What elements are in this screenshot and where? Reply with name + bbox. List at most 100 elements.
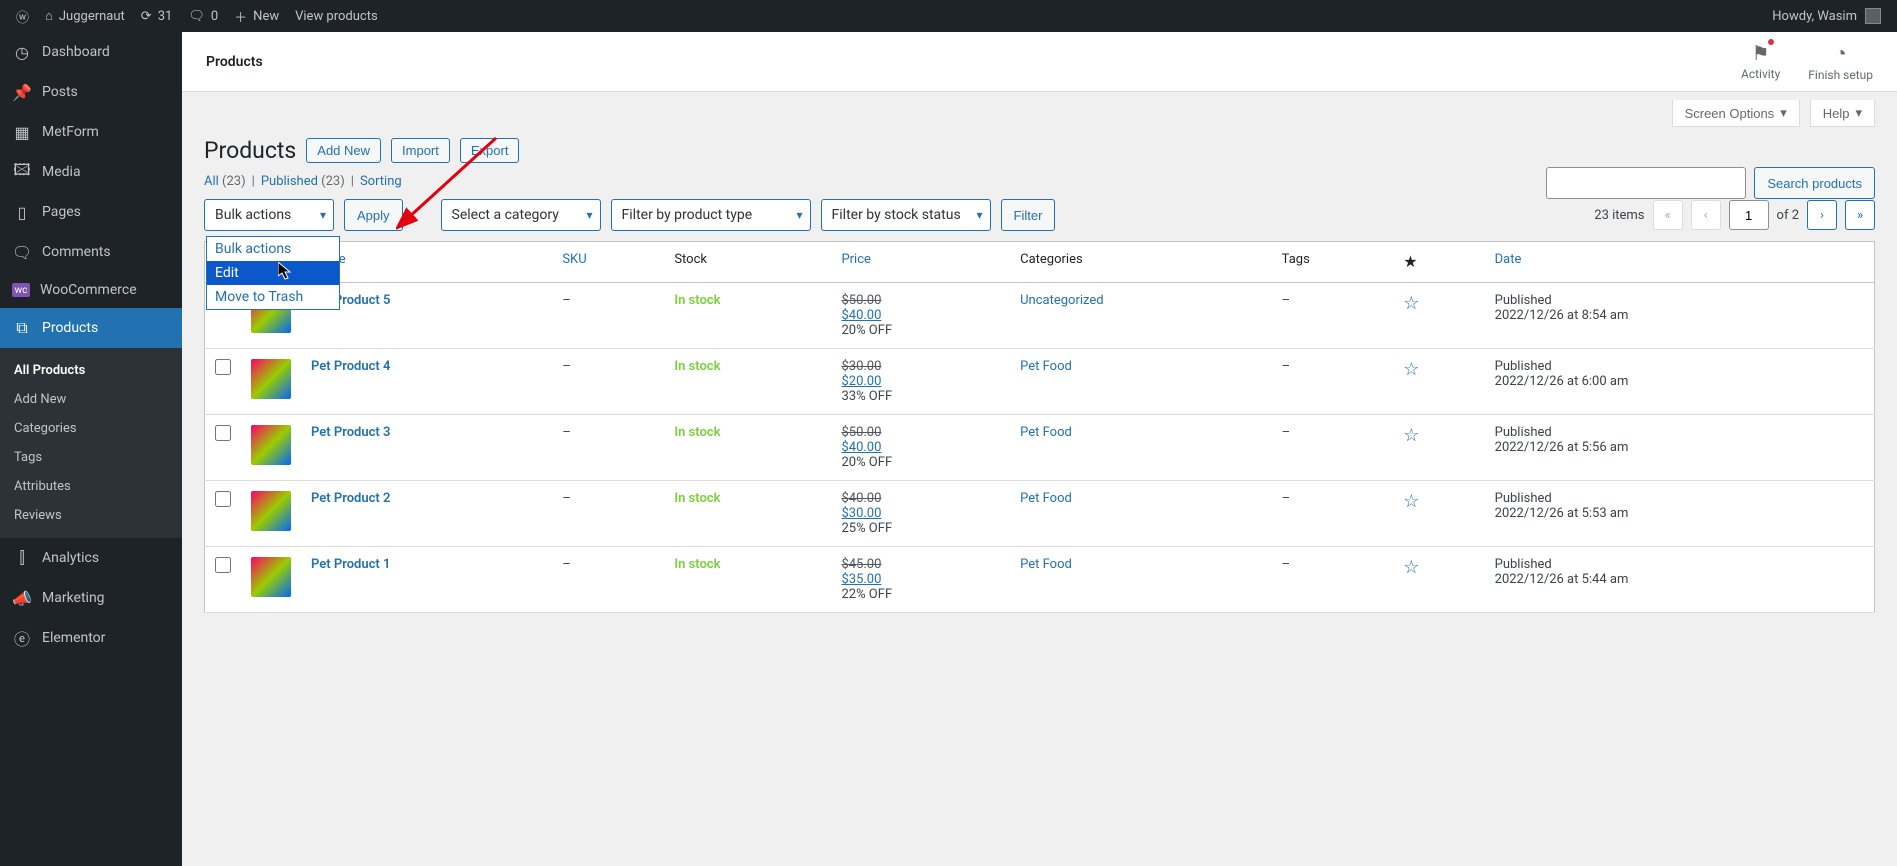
col-sku[interactable]: SKU: [552, 242, 664, 283]
row-checkbox[interactable]: [215, 491, 231, 507]
tags-cell: –: [1272, 349, 1394, 415]
sidebar-item-posts[interactable]: 📌Posts: [0, 72, 182, 112]
price-cell: $50.00 $40.00 20% OFF: [831, 415, 1010, 481]
wp-logo[interactable]: ⓦ: [8, 0, 37, 32]
sidebar-label: Marketing: [42, 590, 105, 606]
bulk-actions-dropdown: Bulk actions Edit Move to Trash: [206, 236, 340, 310]
first-page-button[interactable]: «: [1653, 200, 1683, 230]
product-name-link[interactable]: Pet Product 3: [311, 425, 390, 440]
date-cell: Published2022/12/26 at 5:53 am: [1485, 481, 1875, 547]
activity-button[interactable]: ⚑ Activity: [1741, 41, 1780, 82]
sidebar-label: Dashboard: [42, 44, 110, 60]
howdy-label[interactable]: Howdy, Wasim: [1772, 9, 1857, 24]
sidebar-sub-all-products[interactable]: All Products: [0, 356, 182, 385]
stock-status: In stock: [674, 425, 720, 440]
stock-status-select[interactable]: Filter by stock status: [821, 199, 991, 231]
table-row: Pet Product 3 – In stock $50.00 $40.00 2…: [205, 415, 1875, 481]
sidebar-item-media[interactable]: 🖾Media: [0, 152, 182, 192]
bulk-option-none[interactable]: Bulk actions: [207, 237, 339, 261]
category-link[interactable]: Pet Food: [1020, 359, 1072, 374]
comments-link[interactable]: 🗨0: [180, 0, 226, 32]
next-page-button[interactable]: ›: [1807, 200, 1837, 230]
col-tags: Tags: [1282, 252, 1310, 267]
category-link[interactable]: Pet Food: [1020, 491, 1072, 506]
new-link[interactable]: ＋New: [226, 0, 287, 32]
updates-link[interactable]: ⟳31: [133, 0, 181, 32]
apply-button[interactable]: Apply: [344, 199, 403, 231]
add-new-button[interactable]: Add New: [306, 138, 381, 163]
finish-setup-button[interactable]: ◔ Finish setup: [1808, 41, 1873, 82]
sidebar-item-woocommerce[interactable]: wcWooCommerce: [0, 272, 182, 308]
search-button[interactable]: Search products: [1754, 167, 1875, 199]
view-products-link[interactable]: View products: [287, 0, 386, 32]
table-row: Pet Product 1 – In stock $45.00 $35.00 2…: [205, 547, 1875, 613]
sidebar-item-dashboard[interactable]: ◷Dashboard: [0, 32, 182, 72]
stock-status: In stock: [674, 557, 720, 572]
product-thumbnail[interactable]: [251, 359, 291, 399]
sidebar-label: WooCommerce: [40, 282, 137, 298]
comment-icon: 🗨: [12, 242, 32, 262]
category-link[interactable]: Uncategorized: [1020, 293, 1103, 308]
price-cell: $50.00 $40.00 20% OFF: [831, 283, 1010, 349]
bulk-option-edit[interactable]: Edit: [207, 261, 339, 285]
sidebar-item-marketing[interactable]: 📣Marketing: [0, 578, 182, 618]
sidebar-item-products[interactable]: ⧉Products: [0, 308, 182, 348]
sidebar-label: Products: [42, 320, 98, 336]
category-select[interactable]: Select a category: [441, 199, 601, 231]
sidebar-item-analytics[interactable]: ⫿Analytics: [0, 538, 182, 578]
page-number-input[interactable]: [1729, 200, 1769, 230]
date-cell: Published2022/12/26 at 5:44 am: [1485, 547, 1875, 613]
last-page-button[interactable]: »: [1845, 200, 1875, 230]
featured-star[interactable]: ☆: [1403, 491, 1419, 512]
export-button[interactable]: Export: [460, 138, 520, 163]
sidebar-sub-tags[interactable]: Tags: [0, 443, 182, 472]
sidebar-label: Analytics: [42, 550, 99, 566]
help-toggle[interactable]: Help ▾: [1810, 100, 1875, 127]
bulk-actions-select[interactable]: Bulk actions: [204, 199, 334, 231]
import-button[interactable]: Import: [391, 138, 450, 163]
category-link[interactable]: Pet Food: [1020, 425, 1072, 440]
row-checkbox[interactable]: [215, 359, 231, 375]
sidebar-item-comments[interactable]: 🗨Comments: [0, 232, 182, 272]
category-link[interactable]: Pet Food: [1020, 557, 1072, 572]
table-row: Pet Product 4 – In stock $30.00 $20.00 3…: [205, 349, 1875, 415]
comments-count: 0: [211, 9, 218, 24]
sidebar-item-elementor[interactable]: ⓔElementor: [0, 618, 182, 658]
row-checkbox[interactable]: [215, 425, 231, 441]
col-price[interactable]: Price: [831, 242, 1010, 283]
sidebar-sub-categories[interactable]: Categories: [0, 414, 182, 443]
media-icon: 🖾: [12, 162, 32, 182]
filter-published[interactable]: Published: [261, 174, 318, 189]
featured-star[interactable]: ☆: [1403, 425, 1419, 446]
prev-page-button[interactable]: ‹: [1691, 200, 1721, 230]
heading: Products: [204, 137, 296, 164]
product-thumbnail[interactable]: [251, 425, 291, 465]
filter-sorting[interactable]: Sorting: [360, 174, 402, 189]
featured-star[interactable]: ☆: [1403, 557, 1419, 578]
col-date[interactable]: Date: [1485, 242, 1875, 283]
sidebar-submenu: All Products Add New Categories Tags Att…: [0, 348, 182, 538]
sidebar-sub-attributes[interactable]: Attributes: [0, 472, 182, 501]
product-thumbnail[interactable]: [251, 491, 291, 531]
sidebar-item-metform[interactable]: ▦MetForm: [0, 112, 182, 152]
bulk-option-trash[interactable]: Move to Trash: [207, 285, 339, 309]
sidebar-sub-add-new[interactable]: Add New: [0, 385, 182, 414]
filter-button[interactable]: Filter: [1001, 199, 1056, 231]
row-checkbox[interactable]: [215, 557, 231, 573]
sidebar-item-pages[interactable]: ▯Pages: [0, 192, 182, 232]
site-link[interactable]: ⌂Juggernaut: [37, 0, 133, 32]
product-name-link[interactable]: Pet Product 4: [311, 359, 390, 374]
product-thumbnail[interactable]: [251, 557, 291, 597]
avatar[interactable]: [1865, 8, 1881, 24]
product-name-link[interactable]: Pet Product 2: [311, 491, 390, 506]
screen-options-toggle[interactable]: Screen Options ▾: [1672, 100, 1800, 127]
product-type-select[interactable]: Filter by product type: [611, 199, 811, 231]
form-icon: ▦: [12, 122, 32, 142]
sidebar-sub-reviews[interactable]: Reviews: [0, 501, 182, 530]
featured-star[interactable]: ☆: [1403, 293, 1419, 314]
product-name-link[interactable]: Pet Product 1: [311, 557, 390, 572]
filter-all[interactable]: All: [204, 174, 219, 189]
featured-star[interactable]: ☆: [1403, 359, 1419, 380]
search-input[interactable]: [1546, 167, 1746, 199]
price-cell: $40.00 $30.00 25% OFF: [831, 481, 1010, 547]
